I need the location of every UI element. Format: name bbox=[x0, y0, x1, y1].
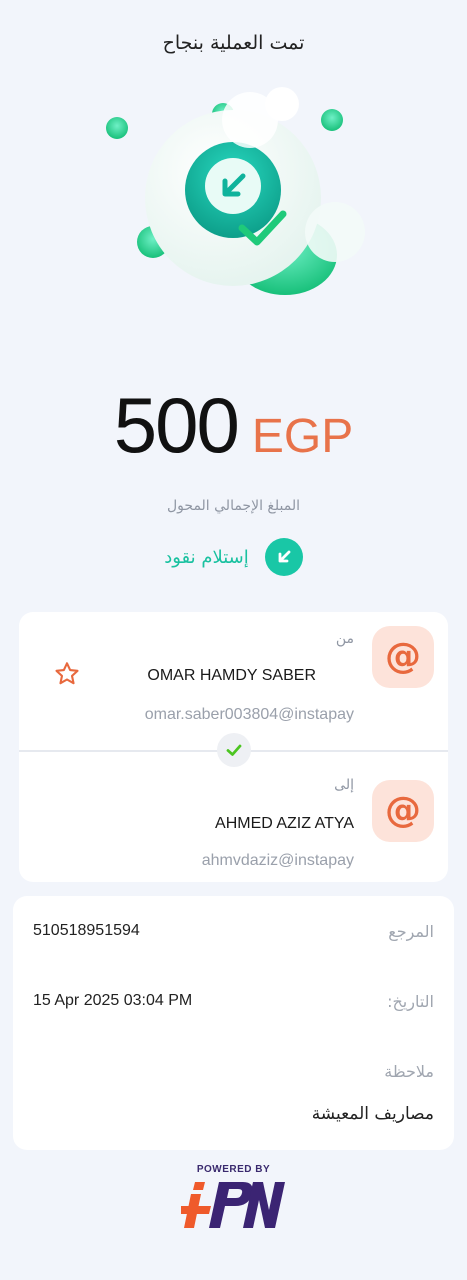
transaction-type-label: إستلام نقود bbox=[164, 546, 249, 568]
reference-value: 510518951594 bbox=[33, 922, 140, 939]
details-card: المرجع 510518951594 التاريخ: 15 Apr 2025… bbox=[13, 896, 454, 1150]
total-label: المبلغ الإجمالي المحول bbox=[167, 498, 300, 514]
date-label: التاريخ: bbox=[387, 992, 434, 1011]
note-value: مصاريف المعيشة bbox=[311, 1104, 434, 1124]
success-illustration bbox=[95, 80, 375, 310]
star-outline-icon[interactable] bbox=[53, 660, 81, 688]
date-value: 15 Apr 2025 03:04 PM bbox=[33, 992, 193, 1009]
arrow-down-left-icon bbox=[264, 538, 303, 576]
powered-by-label: POWERED BY bbox=[196, 1164, 271, 1175]
from-handle: omar.saber003804@instapay bbox=[144, 706, 354, 723]
from-label: من bbox=[335, 631, 354, 647]
page-title: تمت العملية بنجاح bbox=[162, 32, 305, 54]
to-name: AHMED AZIZ ATYA bbox=[215, 815, 354, 832]
amount-row: 500 EGP bbox=[0, 380, 467, 471]
parties-card: @ من OMAR HAMDY SABER omar.saber003804@i… bbox=[19, 612, 448, 882]
note-label: ملاحظة bbox=[384, 1062, 434, 1081]
amount-currency: EGP bbox=[251, 410, 354, 463]
at-sign-icon: @ bbox=[372, 626, 434, 688]
at-sign-icon: @ bbox=[372, 780, 434, 842]
to-label: إلى bbox=[334, 777, 354, 793]
to-handle: ahmvdaziz@instapay bbox=[201, 852, 354, 869]
transaction-type: إستلام نقود bbox=[0, 538, 467, 576]
from-name: OMAR HAMDY SABER bbox=[147, 667, 316, 684]
amount-value: 500 bbox=[113, 381, 240, 469]
check-icon bbox=[217, 733, 251, 767]
ipn-logo bbox=[181, 1176, 287, 1232]
reference-label: المرجع bbox=[388, 922, 434, 941]
